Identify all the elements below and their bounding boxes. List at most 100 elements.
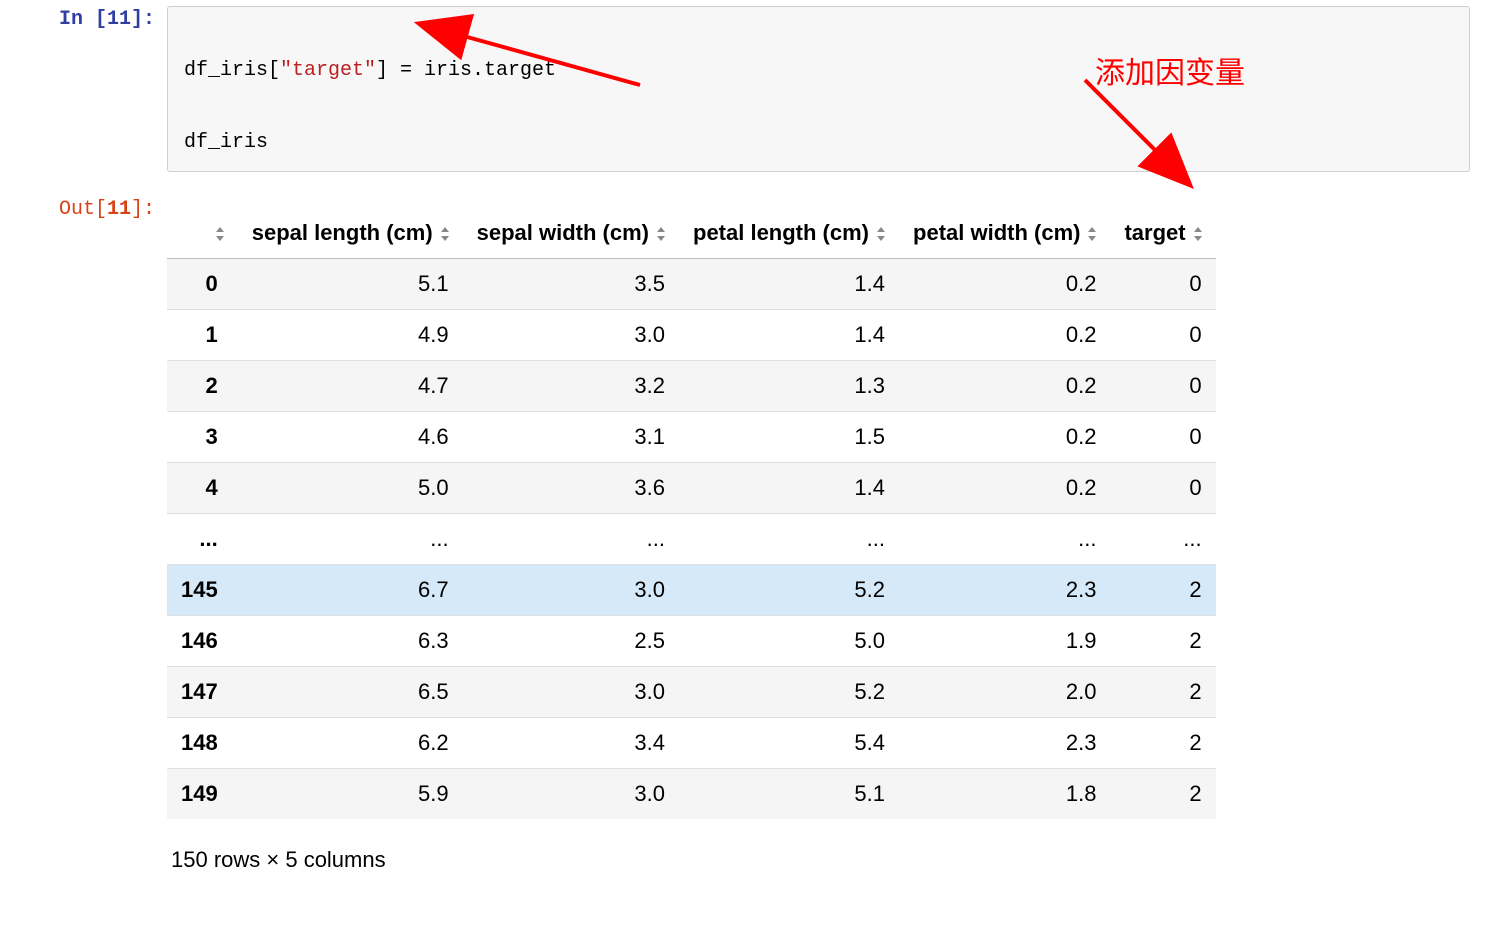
table-cell: 3.0 (463, 565, 679, 616)
column-header-label: sepal length (cm) (252, 220, 433, 245)
table-cell: 5.0 (679, 616, 899, 667)
code-cell[interactable]: df_iris["target"] = iris.target df_iris (167, 6, 1470, 172)
out-prompt-suffix: ]: (131, 198, 155, 221)
table-cell: 2 (1110, 616, 1215, 667)
dataframe-shape-caption: 150 rows × 5 columns (167, 819, 1470, 873)
code-token: df_iris (184, 131, 268, 154)
table-cell: 5.4 (679, 718, 899, 769)
table-row: 1456.73.05.22.32 (167, 565, 1216, 616)
column-header[interactable]: petal length (cm) (679, 208, 899, 259)
table-row: 45.03.61.40.20 (167, 463, 1216, 514)
sort-icon (1192, 226, 1202, 242)
table-header-row: sepal length (cm) sepal width (cm) petal l… (167, 208, 1216, 259)
table-cell: 1.4 (679, 310, 899, 361)
output-prompt: Out[11]: (0, 196, 167, 224)
input-prompt: In [11]: (0, 6, 167, 34)
column-header[interactable]: petal width (cm) (899, 208, 1110, 259)
column-header-label: petal length (cm) (693, 220, 869, 245)
code-string-literal: "target" (280, 59, 376, 82)
row-index: 0 (167, 259, 238, 310)
table-cell: 3.6 (463, 463, 679, 514)
sort-icon (655, 226, 665, 242)
row-index: 148 (167, 718, 238, 769)
column-header[interactable]: sepal width (cm) (463, 208, 679, 259)
out-prompt-number: 11 (107, 198, 131, 221)
table-cell: 2.5 (463, 616, 679, 667)
table-row: 34.63.11.50.20 (167, 412, 1216, 463)
table-row: 1466.32.55.01.92 (167, 616, 1216, 667)
table-cell: 0 (1110, 361, 1215, 412)
code-token: df_iris[ (184, 59, 280, 82)
table-cell: 3.2 (463, 361, 679, 412)
table-cell: 6.7 (238, 565, 463, 616)
dataframe-table: sepal length (cm) sepal width (cm) petal l… (167, 208, 1216, 819)
table-cell: 1.8 (899, 769, 1110, 820)
table-cell: 0 (1110, 310, 1215, 361)
row-index: 4 (167, 463, 238, 514)
index-header[interactable] (167, 208, 238, 259)
table-row: 24.73.21.30.20 (167, 361, 1216, 412)
table-cell: ... (1110, 514, 1215, 565)
table-cell: 0 (1110, 412, 1215, 463)
out-prompt-prefix: Out[ (59, 198, 107, 221)
table-row: 14.93.01.40.20 (167, 310, 1216, 361)
table-cell: 6.2 (238, 718, 463, 769)
column-header-label: target (1124, 220, 1185, 245)
row-index: ... (167, 514, 238, 565)
table-cell: 3.0 (463, 667, 679, 718)
column-header-label: sepal width (cm) (477, 220, 649, 245)
table-cell: 6.3 (238, 616, 463, 667)
output-area: sepal length (cm) sepal width (cm) petal l… (167, 196, 1470, 873)
table-cell: 1.4 (679, 463, 899, 514)
in-prompt-number: 11 (107, 8, 131, 31)
table-cell: 3.0 (463, 310, 679, 361)
table-row: .................. (167, 514, 1216, 565)
table-cell: 1.4 (679, 259, 899, 310)
sort-icon (439, 226, 449, 242)
table-cell: 1.9 (899, 616, 1110, 667)
table-cell: 4.7 (238, 361, 463, 412)
column-header[interactable]: target (1110, 208, 1215, 259)
table-cell: 3.0 (463, 769, 679, 820)
sort-icon (875, 226, 885, 242)
table-cell: 2.3 (899, 565, 1110, 616)
table-cell: 0.2 (899, 259, 1110, 310)
table-cell: 0 (1110, 259, 1215, 310)
table-cell: 0.2 (899, 310, 1110, 361)
table-cell: 4.9 (238, 310, 463, 361)
column-header-label: petal width (cm) (913, 220, 1080, 245)
table-cell: 3.1 (463, 412, 679, 463)
table-cell: 0.2 (899, 412, 1110, 463)
table-cell: 5.2 (679, 565, 899, 616)
table-cell: ... (899, 514, 1110, 565)
table-cell: 1.3 (679, 361, 899, 412)
table-cell: 6.5 (238, 667, 463, 718)
table-cell: 2 (1110, 667, 1215, 718)
table-cell: 2 (1110, 769, 1215, 820)
table-cell: 2.0 (899, 667, 1110, 718)
table-cell: 2 (1110, 718, 1215, 769)
table-cell: 3.4 (463, 718, 679, 769)
row-index: 146 (167, 616, 238, 667)
table-cell: 5.0 (238, 463, 463, 514)
table-row: 1476.53.05.22.02 (167, 667, 1216, 718)
table-cell: 2 (1110, 565, 1215, 616)
column-header[interactable]: sepal length (cm) (238, 208, 463, 259)
table-cell: 3.5 (463, 259, 679, 310)
in-prompt-suffix: ]: (131, 8, 155, 31)
table-cell: ... (679, 514, 899, 565)
table-cell: 4.6 (238, 412, 463, 463)
code-token: ] = iris.target (376, 59, 556, 82)
row-index: 1 (167, 310, 238, 361)
in-prompt-prefix: In [ (59, 8, 107, 31)
table-cell: ... (238, 514, 463, 565)
table-cell: 5.2 (679, 667, 899, 718)
table-cell: 0.2 (899, 361, 1110, 412)
table-body: 05.13.51.40.2014.93.01.40.2024.73.21.30.… (167, 259, 1216, 820)
table-cell: ... (463, 514, 679, 565)
row-index: 2 (167, 361, 238, 412)
table-cell: 0 (1110, 463, 1215, 514)
table-cell: 2.3 (899, 718, 1110, 769)
row-index: 145 (167, 565, 238, 616)
table-cell: 0.2 (899, 463, 1110, 514)
